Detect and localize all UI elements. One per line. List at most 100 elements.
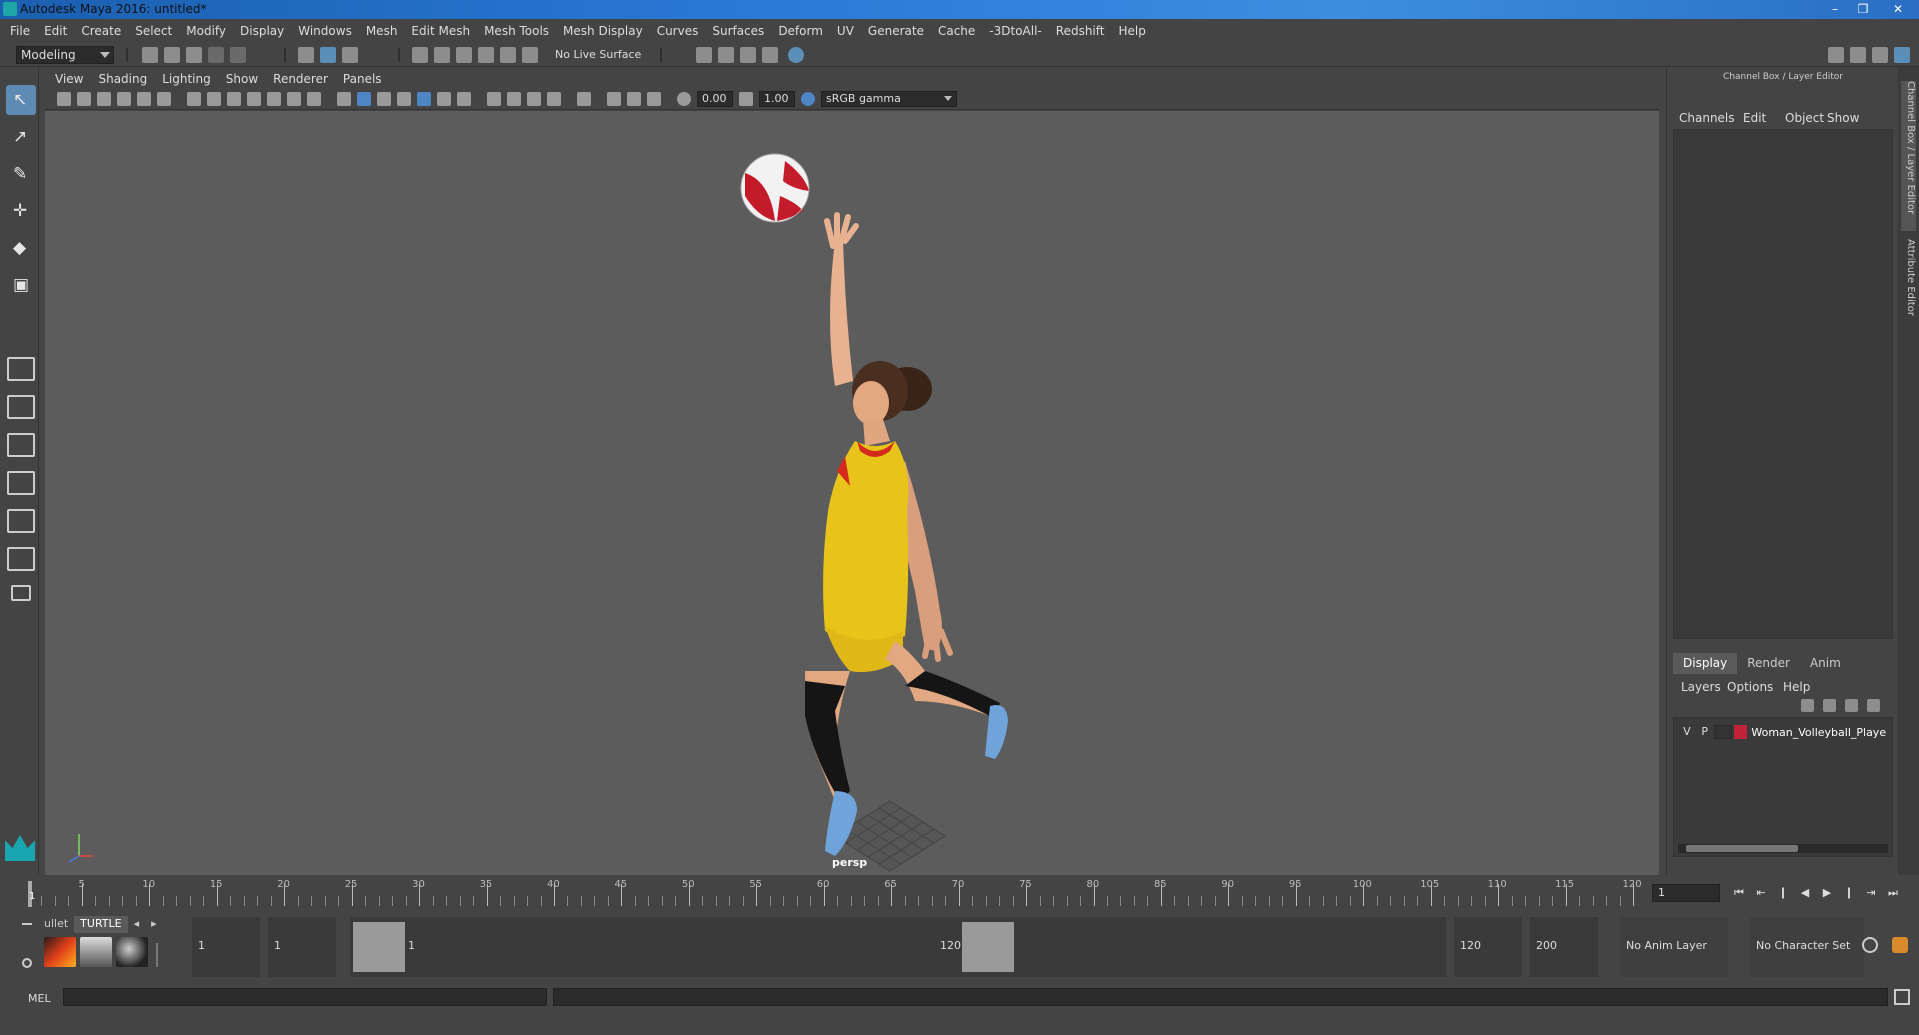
- step-back-frame-icon[interactable]: ❙: [1776, 886, 1790, 900]
- menu-redshift[interactable]: Redshift: [1056, 24, 1105, 38]
- scrollbar-thumb[interactable]: [1686, 845, 1798, 852]
- menu-curves[interactable]: Curves: [657, 24, 699, 38]
- menu-cache[interactable]: Cache: [938, 24, 975, 38]
- layer-row[interactable]: V P Woman_Volleyball_Playe: [1678, 724, 1890, 740]
- gate-mask-icon[interactable]: [247, 92, 261, 106]
- move-layer-down-icon[interactable]: [1823, 699, 1836, 712]
- safe-action-icon[interactable]: [287, 92, 301, 106]
- snap-point-icon[interactable]: [456, 47, 472, 63]
- shelf-scroll-right-icon[interactable]: ▸: [145, 916, 163, 933]
- save-scene-icon[interactable]: [186, 47, 202, 63]
- options-menu[interactable]: Options: [1727, 680, 1773, 694]
- layer-name[interactable]: Woman_Volleyball_Playe: [1751, 726, 1890, 739]
- play-backward-icon[interactable]: ◀: [1798, 886, 1812, 900]
- camera-attributes-icon[interactable]: [77, 92, 91, 106]
- paint-select-tool[interactable]: ✎: [6, 159, 36, 189]
- outliner-persp-layout-icon[interactable]: [7, 509, 35, 533]
- go-to-start-icon[interactable]: ⏮: [1732, 886, 1746, 900]
- use-all-lights-icon[interactable]: [437, 92, 451, 106]
- exposure-field[interactable]: 0.00: [697, 91, 733, 107]
- toggle-modeling-toolkit-icon[interactable]: [1850, 47, 1866, 63]
- layer-color-swatch[interactable]: [1733, 725, 1748, 739]
- menu-edit-mesh[interactable]: Edit Mesh: [411, 24, 470, 38]
- new-empty-layer-icon[interactable]: [1845, 699, 1858, 712]
- redo-icon[interactable]: [230, 47, 246, 63]
- snap-surface-icon[interactable]: [500, 47, 516, 63]
- resolution-gate-icon[interactable]: [227, 92, 241, 106]
- exposure-icon[interactable]: [677, 92, 691, 106]
- two-pane-stacked-layout-icon[interactable]: [7, 471, 35, 495]
- new-layer-selected-icon[interactable]: [1867, 699, 1880, 712]
- turtle-sphere-icon[interactable]: [116, 937, 148, 967]
- xray-joints-icon[interactable]: [647, 92, 661, 106]
- animation-preferences-icon[interactable]: [1892, 937, 1908, 953]
- channels-menu[interactable]: Channels: [1679, 111, 1735, 125]
- turtle-render-icon[interactable]: [44, 937, 76, 967]
- grid-icon[interactable]: [187, 92, 201, 106]
- snap-curve-icon[interactable]: [434, 47, 450, 63]
- depth-of-field-icon[interactable]: [547, 92, 561, 106]
- panel-menu-show[interactable]: Show: [226, 72, 258, 86]
- wireframe-on-shaded-icon[interactable]: [397, 92, 411, 106]
- shadows-icon[interactable]: [457, 92, 471, 106]
- lasso-tool[interactable]: ↗: [6, 122, 36, 152]
- menu-mesh-tools[interactable]: Mesh Tools: [484, 24, 549, 38]
- panel-menu-panels[interactable]: Panels: [343, 72, 382, 86]
- menu-select[interactable]: Select: [135, 24, 172, 38]
- hypershade-icon[interactable]: [788, 47, 804, 63]
- shelf-scroll-left-icon[interactable]: ◂: [128, 916, 146, 933]
- anim-layer-select[interactable]: No Anim Layer: [1620, 917, 1728, 977]
- gamma-field[interactable]: 1.00: [759, 91, 795, 107]
- snap-grid-icon[interactable]: [412, 47, 428, 63]
- undo-icon[interactable]: [208, 47, 224, 63]
- ipr-render-icon[interactable]: [740, 47, 756, 63]
- select-tool[interactable]: ↖: [6, 85, 36, 115]
- range-end-handle[interactable]: [962, 922, 1014, 972]
- shelf-tab-turtle[interactable]: TURTLE: [74, 916, 128, 933]
- workspace-icon[interactable]: [1828, 47, 1844, 63]
- layer-list-scrollbar[interactable]: [1678, 844, 1888, 853]
- view-transform-select[interactable]: sRGB gamma: [821, 91, 957, 107]
- menu-edit[interactable]: Edit: [44, 24, 67, 38]
- move-layer-up-icon[interactable]: [1801, 699, 1814, 712]
- rotate-tool[interactable]: ◆: [6, 233, 36, 263]
- auto-keyframe-icon[interactable]: [1862, 937, 1878, 953]
- menu-help[interactable]: Help: [1118, 24, 1145, 38]
- panel-menu-renderer[interactable]: Renderer: [273, 72, 328, 86]
- playback-end-field[interactable]: 120: [1454, 917, 1522, 977]
- layer-display-type-toggle[interactable]: [1713, 725, 1732, 739]
- animation-end-field[interactable]: 200: [1530, 917, 1598, 977]
- script-editor-icon[interactable]: [1894, 989, 1910, 1005]
- character-set-select[interactable]: No Character Set: [1750, 917, 1864, 977]
- menu-uv[interactable]: UV: [837, 24, 854, 38]
- bookmark-icon[interactable]: [97, 92, 111, 106]
- range-start-handle[interactable]: [353, 922, 405, 972]
- menu-windows[interactable]: Windows: [298, 24, 352, 38]
- playback-start-field[interactable]: 1: [268, 917, 336, 977]
- xray-active-components-icon[interactable]: [627, 92, 641, 106]
- shelf-scroll-icon[interactable]: [156, 943, 164, 967]
- turtle-bake-icon[interactable]: [80, 937, 112, 967]
- toggle-attribute-editor-icon[interactable]: [1872, 47, 1888, 63]
- panel-menu-view[interactable]: View: [55, 72, 83, 86]
- live-surface-field[interactable]: No Live Surface: [555, 48, 641, 61]
- menu-3dtoall[interactable]: -3DtoAll-: [989, 24, 1041, 38]
- close-button[interactable]: ✕: [1877, 0, 1919, 19]
- xray-icon[interactable]: [607, 92, 621, 106]
- select-object-icon[interactable]: [320, 47, 336, 63]
- safe-title-icon[interactable]: [307, 92, 321, 106]
- tab-render[interactable]: Render: [1737, 653, 1800, 674]
- menu-generate[interactable]: Generate: [868, 24, 924, 38]
- menu-display[interactable]: Display: [240, 24, 284, 38]
- isolate-select-icon[interactable]: [577, 92, 591, 106]
- current-frame-field[interactable]: 1: [1652, 884, 1720, 902]
- render-settings-icon[interactable]: [762, 47, 778, 63]
- snap-view-plane-icon[interactable]: [478, 47, 494, 63]
- default-material-icon[interactable]: [377, 92, 391, 106]
- show-menu[interactable]: Show: [1827, 111, 1859, 125]
- menu-file[interactable]: File: [10, 24, 30, 38]
- shelf-menu-icon[interactable]: [22, 923, 32, 925]
- select-hierarchy-icon[interactable]: [298, 47, 314, 63]
- step-forward-key-icon[interactable]: ⇥: [1864, 886, 1878, 900]
- open-scene-icon[interactable]: [164, 47, 180, 63]
